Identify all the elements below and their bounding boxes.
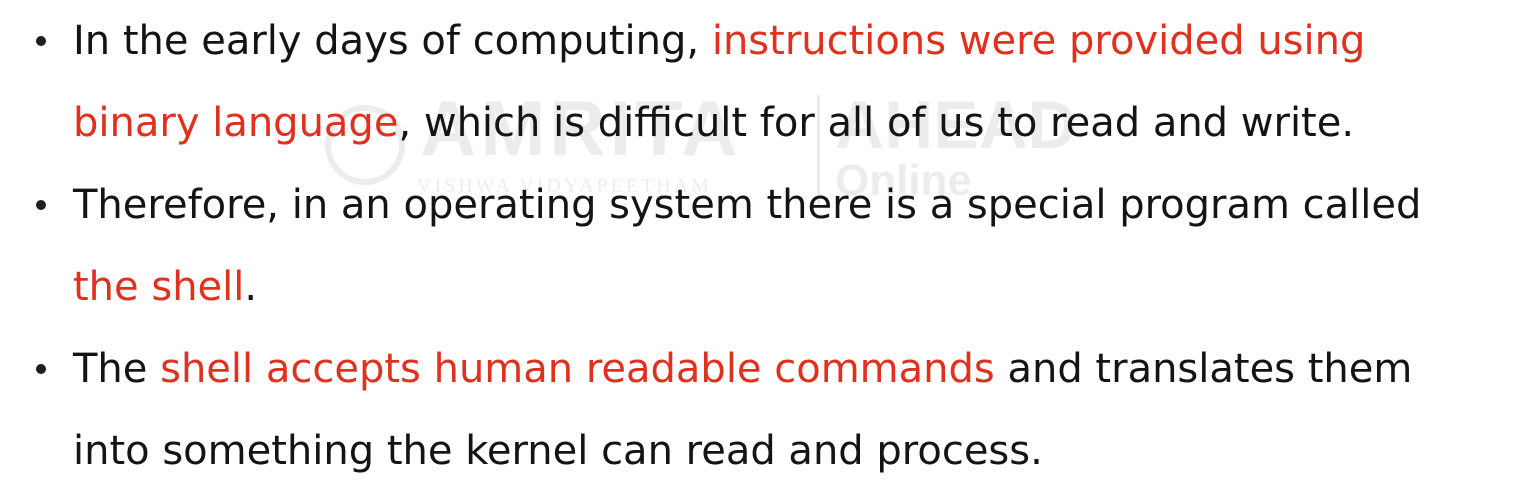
bullet-dot-icon <box>36 364 46 374</box>
bullet-line: binary language, which is difficult for … <box>73 82 1493 164</box>
bullet-dot-icon <box>36 36 46 46</box>
bullet-text-highlight: shell accepts human readable commands <box>160 346 995 392</box>
bullet-line: The shell accepts human readable command… <box>73 328 1493 410</box>
bullet-text-highlight: binary language <box>73 100 399 146</box>
bullet-text-plain: , which is difficult for all of us to re… <box>398 100 1355 146</box>
bullet-text-plain: Therefore, in an operating system there … <box>73 182 1422 228</box>
bullet-line: the shell. <box>73 246 1493 328</box>
bullet-text-highlight: the shell <box>73 264 245 310</box>
bullet-line: Therefore, in an operating system there … <box>73 164 1493 246</box>
bullet-line: In the early days of computing, instruct… <box>73 0 1493 82</box>
bullet-text-highlight: instructions were provided using <box>711 18 1366 64</box>
bullet-dot-icon <box>36 200 46 210</box>
bullet-text-plain: and translates them <box>994 346 1413 392</box>
bullet-line: into something the kernel can read and p… <box>73 410 1493 492</box>
bullet-text-plain: into something the kernel can read and p… <box>73 428 1043 474</box>
bullet-text-plain: . <box>244 264 258 310</box>
bullet-text-plain: In the early days of computing, <box>73 18 712 64</box>
bullet-text-plain: The <box>73 346 161 392</box>
